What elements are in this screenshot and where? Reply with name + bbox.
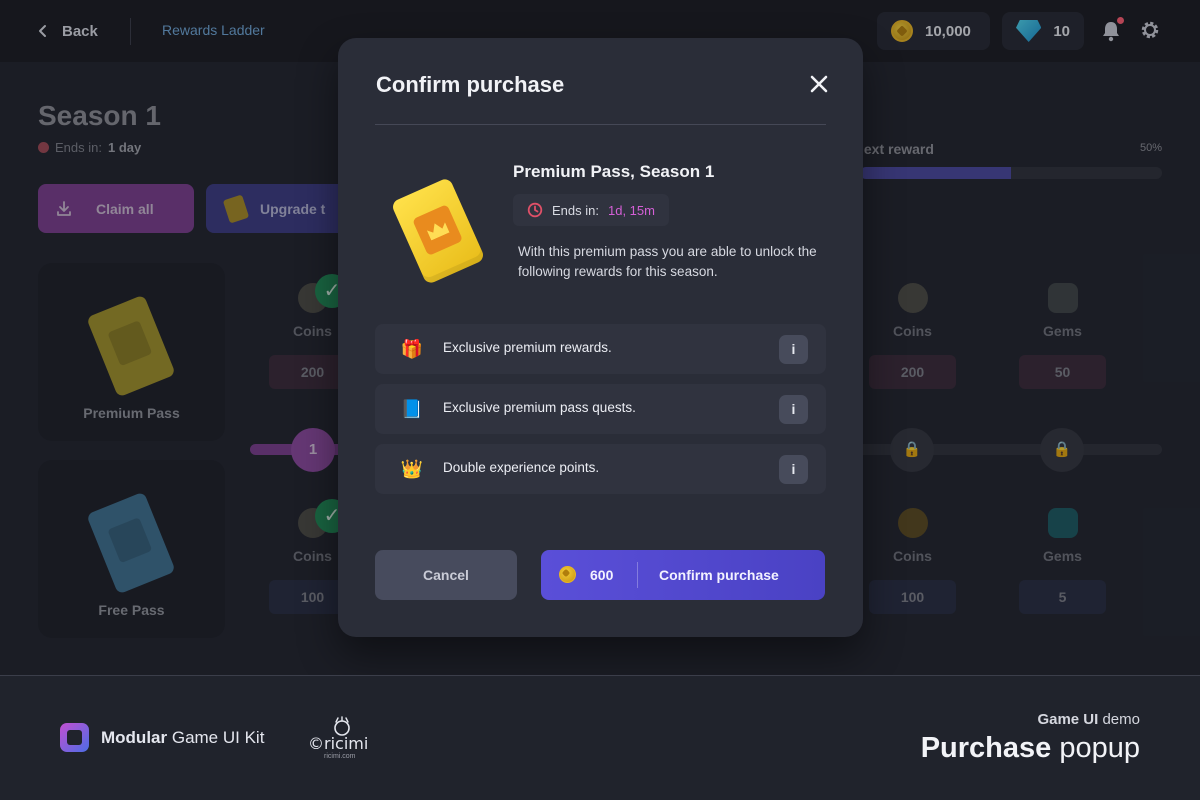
demo-title-rest: popup [1059,732,1140,764]
feature-row: 📘 Exclusive premium pass quests. i [375,384,826,434]
ends-in-chip: Ends in: 1d, 15m [513,194,669,226]
ticket-inner [412,204,464,257]
info-button[interactable]: i [779,395,808,424]
ricimi-mascot-icon [334,716,350,736]
feature-row: 👑 Double experience points. i [375,444,826,494]
demo-subtitle: Game UI demo [1037,711,1140,728]
modal-title: Confirm purchase [376,72,565,97]
ricimi-wordmark: ©ricimi [308,734,369,753]
clock-icon [527,202,543,218]
demo-prefix: Game UI [1037,711,1099,728]
confirm-label: Confirm purchase [659,567,779,583]
ends-in-value: 1d, 15m [607,202,655,218]
premium-ticket-icon [390,176,486,286]
crown-icon [425,218,450,241]
ends-in-label: Ends in: [552,202,599,218]
ricimi-logo: ©ricimi ricimi.com [308,716,378,762]
pass-description: With this premium pass you are able to u… [518,244,817,279]
feature-text: Double experience points. [443,460,600,475]
demo-suffix: demo [1102,711,1140,728]
demo-title-bold: Purchase [920,732,1052,764]
kit-rest: Game UI Kit [171,727,265,747]
coin-icon [559,566,576,583]
demo-title: Purchase popup [921,732,1140,765]
product-name: Premium Pass, Season 1 [513,162,715,181]
feature-text: Exclusive premium rewards. [443,340,612,355]
kit-brand: Modular [101,727,168,747]
gift-icon: 🎁 [400,339,424,359]
ricimi-url: ricimi.com [324,753,356,760]
divider [375,124,826,125]
cancel-button[interactable]: Cancel [375,550,517,600]
info-button[interactable]: i [779,455,808,484]
feature-row: 🎁 Exclusive premium rewards. i [375,324,826,374]
crown-icon: 👑 [400,459,424,479]
kit-logo-icon [60,723,89,752]
confirm-purchase-button[interactable]: 600 Confirm purchase [541,550,825,600]
info-button[interactable]: i [779,335,808,364]
confirm-purchase-modal: Confirm purchase Premium Pass, Season 1 … [338,38,863,637]
divider [637,562,638,588]
price-value: 600 [590,567,614,583]
feature-text: Exclusive premium pass quests. [443,400,636,415]
kit-branding: Modular Game UI Kit [60,723,264,752]
close-icon[interactable] [806,71,832,97]
quest-book-icon: 📘 [400,399,424,419]
